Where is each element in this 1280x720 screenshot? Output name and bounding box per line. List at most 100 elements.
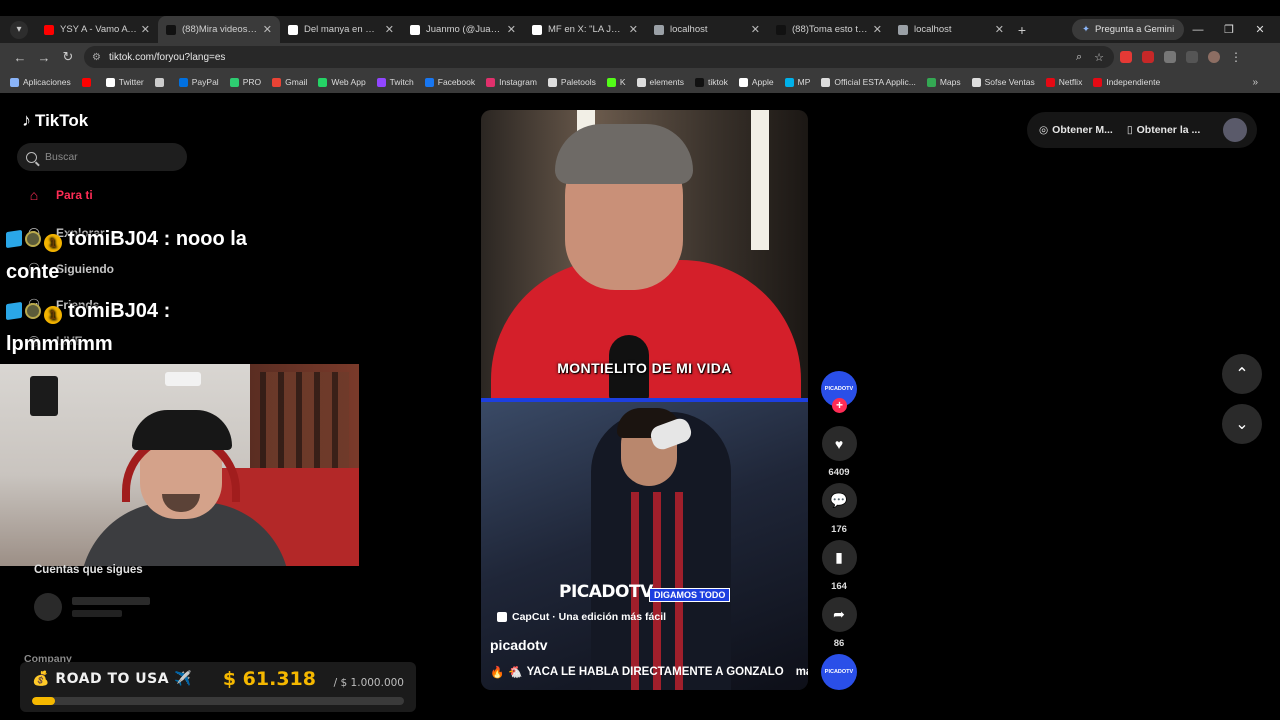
browser-tab[interactable]: (88)Toma esto torta ... ✕ [768,16,890,43]
bookmark-star-icon[interactable]: ☆ [1094,51,1104,64]
bookmark-item[interactable]: Apple [738,77,774,87]
save-action[interactable]: ▮ 164 [821,540,857,592]
browser-tab[interactable]: localhost ✕ [646,16,768,43]
video-description: 🔥 🐔 YACA LE HABLA DIRECTAMENTE A GONZALO… [490,665,808,679]
tab-close-icon[interactable]: ✕ [263,23,272,36]
video-player[interactable]: MONTIELITO DE MI VIDA PICADOTV DIGAMOS T… [481,110,808,690]
address-bar[interactable]: ⚙ tiktok.com/foryou?lang=es ⌕ ☆ [84,46,1114,68]
tiktok-logo[interactable]: ♪ TikTok [22,110,88,131]
profile-avatar[interactable] [1208,51,1220,63]
bookmark-item[interactable]: tiktok [695,77,728,87]
moderator-badge-icon [25,231,41,247]
bookmark-item[interactable]: Instagram [486,77,537,87]
tab-close-icon[interactable]: ✕ [141,23,150,36]
ask-gemini-button[interactable]: ✦ Pregunta a Gemini [1072,19,1185,40]
like-action[interactable]: ♥ 6409 [821,426,857,478]
road-goal: / $ 1.000.000 [333,677,404,689]
reading-list-icon[interactable] [1186,51,1198,63]
extension-icon[interactable] [1120,51,1132,63]
bookmark-icon [695,77,705,87]
bookmark-item[interactable]: Paletools [547,77,596,87]
chat-text: lpmmmmm [6,333,113,355]
comment-action[interactable]: 💬 176 [821,483,857,535]
get-coins-button[interactable]: ◎ Obtener M... [1039,124,1113,136]
tab-favicon-icon [410,24,420,35]
video-username[interactable]: picadotv [490,637,548,653]
bookmark-item[interactable]: PRO [229,77,261,87]
bookmark-icon [547,77,557,87]
get-app-button[interactable]: ▯ Obtener la ... [1127,124,1200,136]
tab-title: localhost [670,24,708,35]
bookmark-item[interactable]: Twitch [376,77,414,87]
forward-button[interactable]: → [32,50,56,65]
bookmark-item[interactable]: Maps [926,77,961,87]
bookmarks-overflow-icon[interactable]: » [1252,77,1258,88]
zoom-icon[interactable]: ⌕ [1076,51,1082,64]
creator-avatar-group[interactable]: PICADOTV + [821,371,857,413]
nav-for-you[interactable]: ⌂ Para ti [24,187,93,203]
bookmark-item[interactable]: Aplicaciones [10,77,71,87]
browser-tab[interactable]: Del manya en X: "@je... ✕ [280,16,402,43]
browser-tab[interactable]: Juanmo (@Juanmo_... ✕ [402,16,524,43]
back-button[interactable]: ← [8,50,32,65]
tab-favicon-icon [532,24,542,35]
bookmark-item[interactable]: Netflix [1045,77,1082,87]
browser-tab[interactable]: MF en X: "LA JOAQUI... ✕ [524,16,646,43]
tab-favicon-icon [166,24,176,35]
tab-close-icon[interactable]: ✕ [629,23,638,36]
bookmark-item[interactable]: Independiente [1093,77,1160,87]
music-disc[interactable]: PICADOTV [821,654,857,690]
close-window-button[interactable]: ✕ [1245,16,1275,43]
tab-close-icon[interactable]: ✕ [995,23,1004,36]
like-count: 6409 [828,467,850,478]
maximize-button[interactable]: ❐ [1214,16,1244,43]
browser-tab[interactable]: (88)Mira videos po... ✕ [158,16,280,43]
nav-for-you-label: Para ti [56,188,93,202]
tab-close-icon[interactable]: ✕ [873,23,882,36]
gemini-label: Pregunta a Gemini [1094,24,1175,35]
extension-icon[interactable] [1142,51,1154,63]
tab-close-icon[interactable]: ✕ [751,23,760,36]
heart-icon[interactable]: ♥ [821,426,857,461]
bookmark-item[interactable]: elements [636,77,684,87]
bookmark-item[interactable]: Facebook [424,77,475,87]
bookmark-item[interactable]: Twitter [105,77,144,87]
more-link[interactable]: más [796,666,808,678]
bookmark-item[interactable]: Web App [318,77,366,87]
follow-plus-button[interactable]: + [832,398,847,413]
extensions-row: ⋮ [1120,46,1242,68]
previous-video-button[interactable]: ⌃ [1222,354,1262,394]
music-avatar[interactable]: PICADOTV [821,654,857,690]
tab-title: (88)Mira videos po... [182,24,259,35]
minimize-button[interactable]: — [1183,16,1213,43]
bookmark-item[interactable]: PayPal [178,77,219,87]
road-progress-bar [32,697,404,705]
share-action[interactable]: ➦ 86 [821,597,857,649]
tab-search-button[interactable]: ▾ [10,20,28,39]
tab-close-icon[interactable]: ✕ [385,23,394,36]
extensions-puzzle-icon[interactable] [1164,51,1176,63]
bookmark-item[interactable]: Sofse Ventas [971,77,1035,87]
new-tab-button[interactable]: + [1012,22,1032,38]
menu-kebab-icon[interactable]: ⋮ [1230,50,1242,64]
reload-button[interactable]: ↻ [56,49,80,65]
bookmark-item[interactable]: Official ESTA Applic... [821,77,916,87]
capcut-link[interactable]: CapCut · Una edición más fácil [497,611,666,623]
bookmark-item[interactable] [154,77,168,87]
browser-tab[interactable]: localhost ✕ [890,16,1012,43]
bookmark-item[interactable]: K [606,77,626,87]
user-avatar[interactable] [1223,118,1247,142]
site-info-icon[interactable]: ⚙ [92,52,101,63]
share-icon[interactable]: ➦ [821,597,857,632]
next-video-button[interactable]: ⌄ [1222,404,1262,444]
bookmark-icon[interactable]: ▮ [821,540,857,575]
bookmark-icon [606,77,616,87]
bookmark-item[interactable] [81,77,95,87]
bookmark-item[interactable]: Gmail [272,77,307,87]
bookmark-item[interactable]: MP [784,77,810,87]
tab-close-icon[interactable]: ✕ [507,23,516,36]
comment-icon[interactable]: 💬 [821,483,857,518]
bookmark-icon [971,77,981,87]
browser-tab[interactable]: YSY A - Vamo A Darle ✕ [36,16,158,43]
search-input[interactable]: Buscar [17,143,187,171]
